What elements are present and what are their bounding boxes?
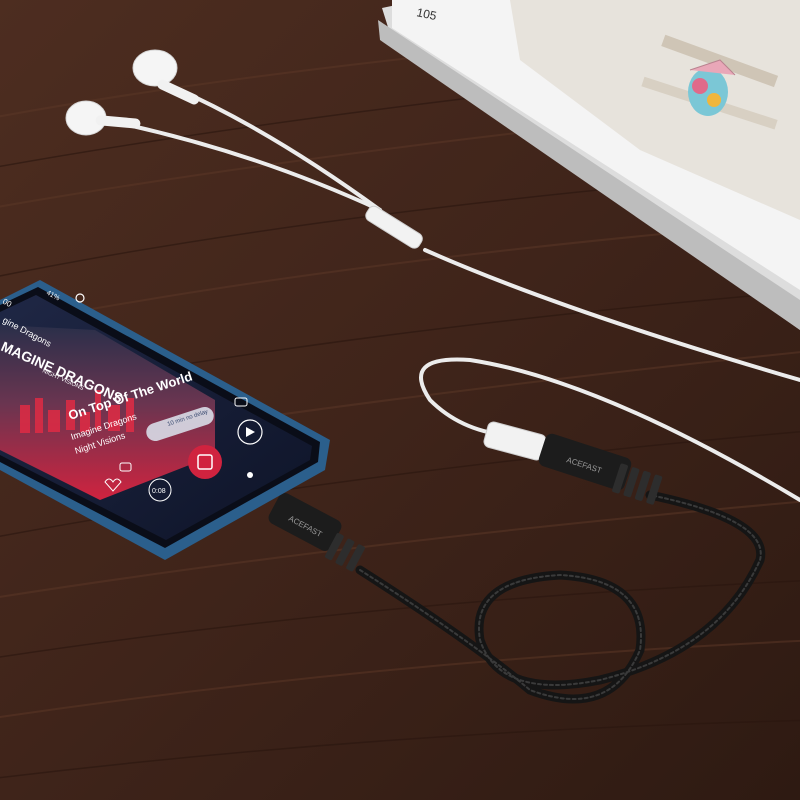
play-pause-button[interactable] bbox=[188, 445, 222, 479]
progress-indicator[interactable] bbox=[247, 472, 253, 478]
photo-scene: 105 ACEFAST ACEFAST 00 41% gine Dragons … bbox=[0, 0, 800, 800]
elapsed-time: 0:08 bbox=[152, 488, 166, 495]
